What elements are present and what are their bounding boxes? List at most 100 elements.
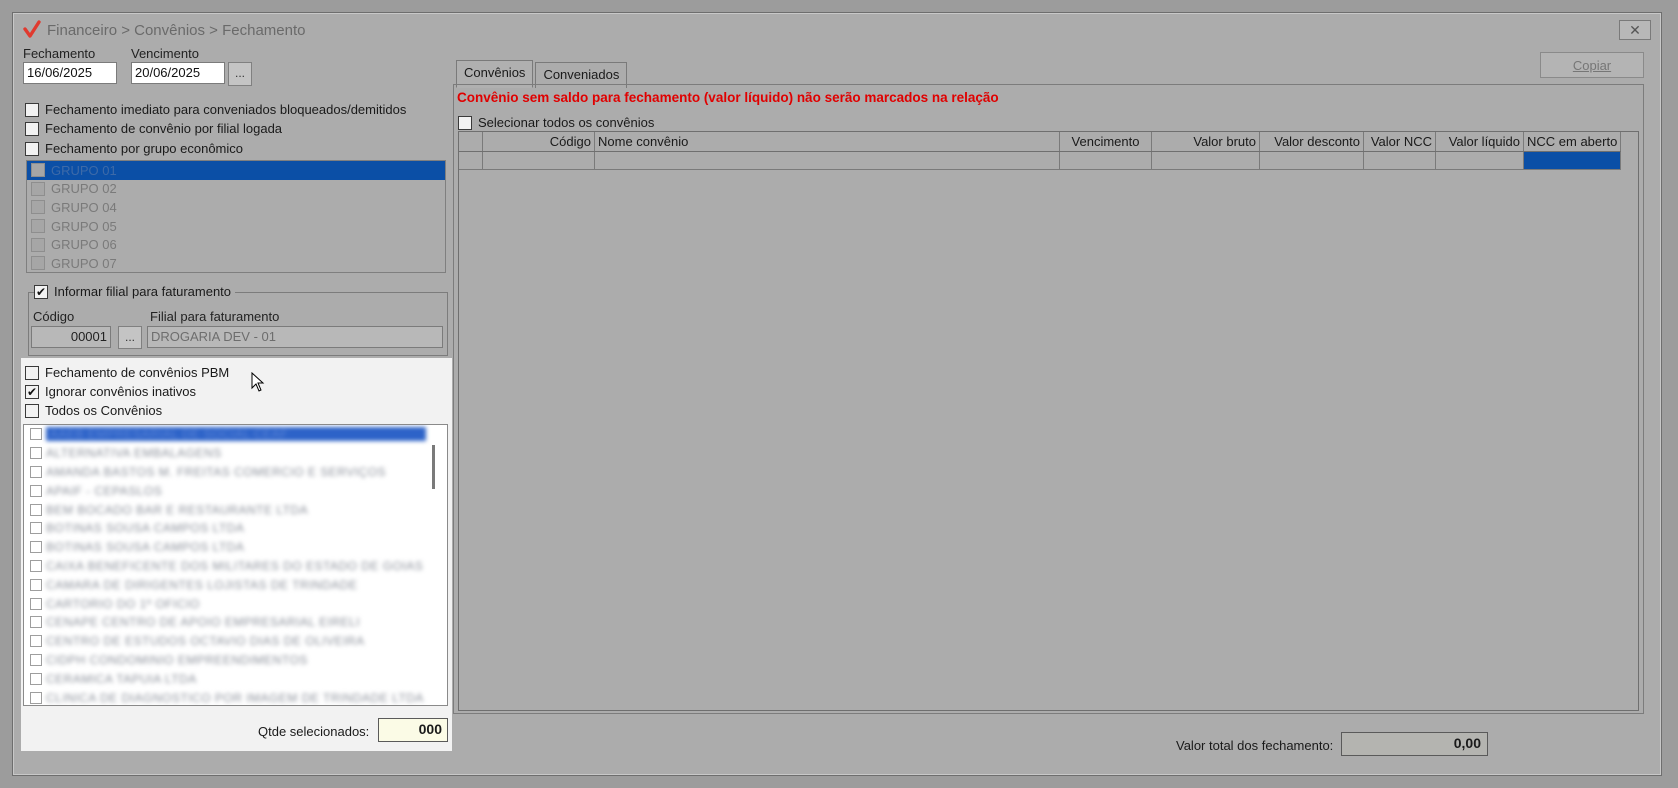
grid-cell[interactable] [459, 152, 483, 169]
grid-cell[interactable] [1060, 152, 1152, 169]
convenio-checkbox[interactable] [30, 465, 42, 478]
grupo-list-item[interactable]: GRUPO 01 [27, 161, 445, 180]
todos-convenios-label: Todos os Convênios [45, 403, 163, 418]
convenio-list-item[interactable]: CARTORIO DO 1º OFICIO [24, 594, 447, 613]
convenio-checkbox[interactable] [30, 653, 42, 666]
table-row[interactable] [459, 152, 1621, 170]
select-all-option[interactable]: Selecionar todos os convênios [458, 115, 654, 130]
convenio-checkbox[interactable] [30, 428, 42, 441]
filial-faturamento-legend[interactable]: Informar filial para faturamento [34, 284, 236, 299]
fechamento-filial-checkbox[interactable] [25, 121, 39, 136]
ignorar-inativos-checkbox[interactable] [25, 384, 39, 399]
convenio-list-item[interactable]: CAMARA DE DIRIGENTES LOJISTAS DE TRINDAD… [24, 575, 447, 594]
grid-header-cell[interactable]: Código [483, 132, 595, 151]
grid-header: Código Nome convênio Vencimento Valor br… [459, 132, 1621, 152]
convenio-list-item[interactable]: CIDPH CONDOMINIO EMPREENDIMENTOS [24, 651, 447, 670]
grid-header-cell[interactable]: Valor NCC [1364, 132, 1436, 151]
convenio-list-item[interactable]: BOTINAS SOUSA CAMPOS LTDA [24, 519, 447, 538]
convenio-list-item[interactable]: CLINICA DE DIAGNOSTICO POR IMAGEM DE TRI… [24, 688, 447, 705]
fechamento-imediato-label: Fechamento imediato para conveniados blo… [45, 102, 407, 117]
convenio-list-item[interactable]: ALTERNATIVA EMBALAGENS [24, 444, 447, 463]
fechamento-imediato-option[interactable]: Fechamento imediato para conveniados blo… [25, 102, 406, 117]
grid-header-cell[interactable]: Valor desconto [1260, 132, 1364, 151]
convenio-checkbox[interactable] [30, 541, 42, 554]
grupo-checkbox[interactable] [31, 200, 45, 215]
convenio-list-item[interactable]: AAEB EMPRESARIAL DE SOCIAL CEAF [24, 425, 447, 444]
vencimento-label: Vencimento [131, 46, 199, 61]
valor-total-field: 0,00 [1341, 732, 1488, 756]
convenios-scrollbar[interactable] [432, 445, 435, 489]
select-all-checkbox[interactable] [458, 115, 472, 130]
grupo-list-item[interactable]: GRUPO 06 [27, 235, 445, 254]
convenio-checkbox[interactable] [30, 691, 42, 704]
grupo-economico-list[interactable]: GRUPO 01 GRUPO 02 GRUPO 04 GRUPO 05 GRUP… [26, 160, 446, 273]
grid-header-cell[interactable]: Valor líquido [1436, 132, 1524, 151]
todos-convenios-checkbox[interactable] [25, 403, 39, 418]
grupo-checkbox[interactable] [31, 163, 45, 178]
grupo-list-item[interactable]: GRUPO 07 [27, 254, 445, 272]
grid-cell[interactable] [1260, 152, 1364, 169]
convenio-checkbox[interactable] [30, 559, 42, 572]
fechamento-imediato-checkbox[interactable] [25, 102, 39, 117]
ignorar-inativos-label: Ignorar convênios inativos [45, 384, 197, 399]
grid-cell[interactable] [1524, 152, 1621, 169]
convenio-list-item[interactable]: BEM BOCADO BAR E RESTAURANTE LTDA [24, 500, 447, 519]
fechamento-filial-label: Fechamento de convênio por filial logada [45, 121, 283, 136]
grid-cell[interactable] [1436, 152, 1524, 169]
grupo-checkbox[interactable] [31, 237, 45, 252]
ignorar-inativos-option[interactable]: Ignorar convênios inativos [25, 384, 196, 399]
grid-cell[interactable] [483, 152, 595, 169]
fechamento-grupo-label: Fechamento por grupo econômico [45, 141, 244, 156]
grid-cell[interactable] [1364, 152, 1436, 169]
grupo-list-item[interactable]: GRUPO 02 [27, 180, 445, 199]
fechamento-grupo-checkbox[interactable] [25, 141, 39, 156]
close-button[interactable]: ✕ [1619, 20, 1651, 40]
grid-header-cell[interactable]: Valor bruto [1152, 132, 1260, 151]
convenio-checkbox[interactable] [30, 484, 42, 497]
grupo-checkbox[interactable] [31, 256, 45, 271]
convenios-grid[interactable]: Código Nome convênio Vencimento Valor br… [458, 131, 1639, 711]
convenio-list-item[interactable]: AMANDA BASTOS M. FREITAS COMERCIO E SERV… [24, 463, 447, 482]
convenio-checkbox[interactable] [30, 503, 42, 516]
grid-cell[interactable] [1152, 152, 1260, 169]
copiar-button[interactable]: Copiar [1540, 52, 1644, 78]
convenio-checkbox[interactable] [30, 522, 42, 535]
todos-convenios-option[interactable]: Todos os Convênios [25, 403, 162, 418]
fechamento-date-field[interactable]: 16/06/2025 [23, 62, 117, 84]
convenio-list-item[interactable]: CERAMICA TAPUIA LTDA [24, 669, 447, 688]
qtde-selecionados-label: Qtde selecionados: [258, 724, 370, 739]
vencimento-picker-button[interactable]: ... [228, 62, 252, 86]
convenio-list-item[interactable]: CAIXA BENEFICENTE DOS MILITARES DO ESTAD… [24, 557, 447, 576]
qtde-selecionados-field: 000 [378, 718, 448, 742]
saldo-warning-text: Convênio sem saldo para fechamento (valo… [457, 90, 999, 105]
convenio-checkbox[interactable] [30, 672, 42, 685]
convenio-list-item[interactable]: BOTINAS SOUSA CAMPOS LTDA [24, 538, 447, 557]
grupo-checkbox[interactable] [31, 181, 45, 196]
convenio-checkbox[interactable] [30, 447, 42, 460]
convenio-list-item[interactable]: CENAPE CENTRO DE APOIO EMPRESARIAL EIREL… [24, 613, 447, 632]
grupo-checkbox[interactable] [31, 219, 45, 234]
grupo-list-item[interactable]: GRUPO 04 [27, 198, 445, 217]
pbm-checkbox[interactable] [25, 365, 39, 380]
convenio-list-item[interactable]: CENTRO DE ESTUDOS OCTAVIO DIAS DE OLIVEI… [24, 632, 447, 651]
title-bar: Financeiro > Convênios > Fechamento ✕ [13, 13, 1661, 47]
grid-header-cell[interactable] [459, 132, 483, 151]
grid-header-cell[interactable]: NCC em aberto [1524, 132, 1621, 151]
grupo-list-item[interactable]: GRUPO 05 [27, 217, 445, 236]
filial-lookup-button[interactable]: ... [118, 326, 142, 349]
convenio-checkbox[interactable] [30, 578, 42, 591]
fechamento-grupo-option[interactable]: Fechamento por grupo econômico [25, 141, 243, 156]
grid-header-cell[interactable]: Vencimento [1060, 132, 1152, 151]
fechamento-filial-option[interactable]: Fechamento de convênio por filial logada [25, 121, 282, 136]
vencimento-date-field[interactable]: 20/06/2025 [131, 62, 225, 84]
pbm-option[interactable]: Fechamento de convênios PBM [25, 365, 229, 380]
filial-faturamento-checkbox[interactable] [34, 284, 48, 299]
convenio-list-item[interactable]: APAIF - CEPASLOS [24, 481, 447, 500]
convenio-checkbox[interactable] [30, 597, 42, 610]
grid-header-cell[interactable]: Nome convênio [595, 132, 1060, 151]
convenios-checklist[interactable]: AAEB EMPRESARIAL DE SOCIAL CEAF ALTERNAT… [23, 424, 448, 706]
convenio-checkbox[interactable] [30, 616, 42, 629]
grid-cell[interactable] [595, 152, 1060, 169]
convenio-checkbox[interactable] [30, 635, 42, 648]
codigo-field[interactable]: 00001 [31, 326, 111, 348]
